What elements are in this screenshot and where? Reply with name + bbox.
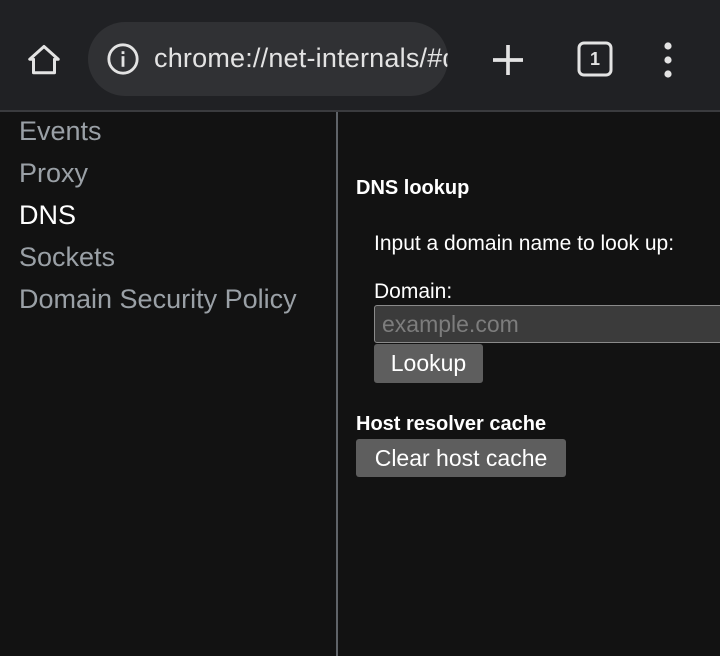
more-vert-icon[interactable] bbox=[656, 40, 680, 80]
domain-label: Domain: bbox=[374, 280, 453, 303]
sidebar-item-dns[interactable]: DNS bbox=[19, 200, 76, 231]
sidebar-item-domain-security-policy[interactable]: Domain Security Policy bbox=[19, 284, 297, 315]
plus-icon[interactable] bbox=[488, 40, 528, 80]
dns-panel: DNS lookup Input a domain name to look u… bbox=[338, 112, 720, 656]
domain-input[interactable] bbox=[374, 305, 720, 343]
tab-switcher-button[interactable]: 1 bbox=[576, 40, 614, 78]
home-icon bbox=[28, 45, 60, 75]
address-bar[interactable]: chrome://net-internals/#dns bbox=[88, 22, 448, 96]
tab-count: 1 bbox=[589, 48, 600, 69]
url-text[interactable]: chrome://net-internals/#dns bbox=[154, 43, 448, 74]
sidebar-item-events[interactable]: Events bbox=[19, 116, 102, 147]
clear-host-cache-button[interactable]: Clear host cache bbox=[356, 439, 566, 477]
browser-toolbar: chrome://net-internals/#dns 1 bbox=[0, 0, 720, 110]
sidebar-item-proxy[interactable]: Proxy bbox=[19, 158, 88, 189]
sidebar-nav: Events Proxy DNS Sockets Domain Security… bbox=[0, 112, 336, 656]
sidebar-item-sockets[interactable]: Sockets bbox=[19, 242, 115, 273]
lookup-prompt: Input a domain name to look up: bbox=[374, 232, 675, 255]
lookup-button[interactable]: Lookup bbox=[374, 344, 483, 383]
home-button[interactable] bbox=[20, 38, 68, 82]
dns-lookup-heading: DNS lookup bbox=[356, 177, 470, 199]
info-icon[interactable] bbox=[106, 42, 140, 76]
host-cache-heading: Host resolver cache bbox=[356, 413, 547, 435]
